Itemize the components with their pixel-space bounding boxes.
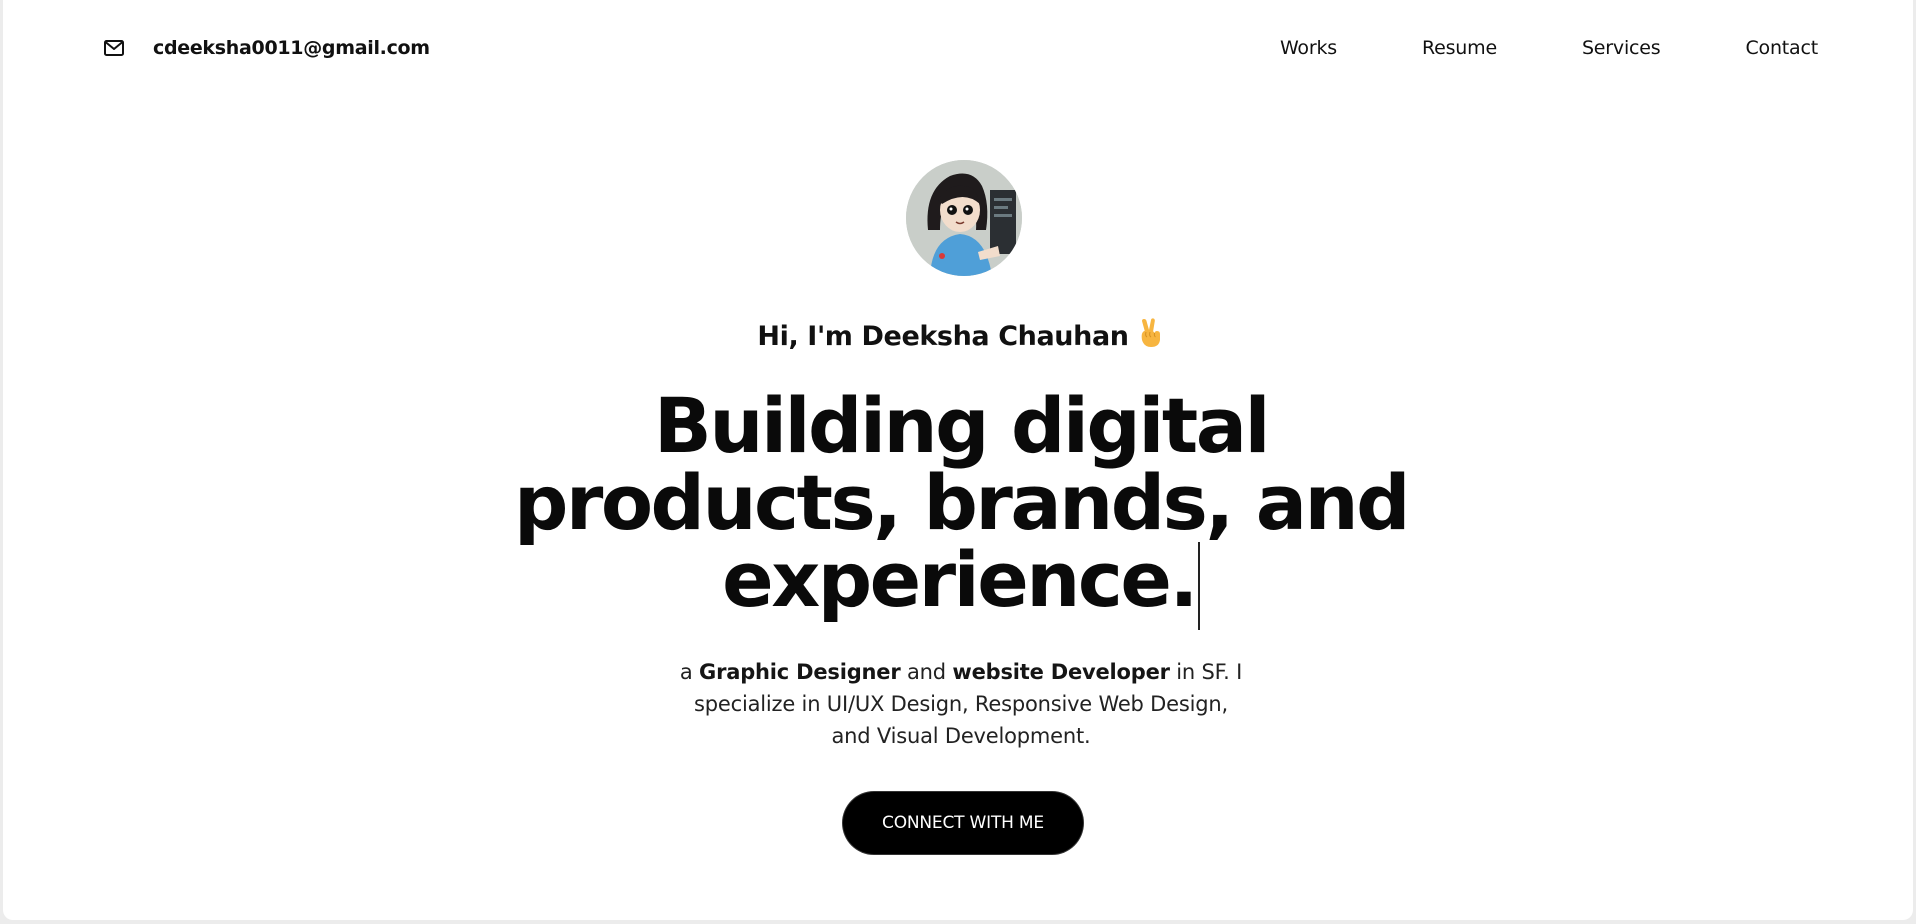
nav-resume[interactable]: Resume (1422, 37, 1497, 59)
headline-line-text: experience. (722, 535, 1198, 624)
nav-works[interactable]: Works (1280, 37, 1337, 59)
headline-line-last: experience. (3, 541, 1916, 630)
nav-services[interactable]: Services (1582, 37, 1661, 59)
main-nav: Works Resume Services Contact (1280, 36, 1818, 60)
victory-hand-icon (1137, 318, 1165, 355)
headline-line: Building digital (653, 381, 1271, 470)
email-address[interactable]: cdeeksha0011@gmail.com (153, 37, 430, 59)
bio-line2: specialize in UI/UX Design, Responsive W… (694, 692, 1228, 716)
bio-role-website-developer: website Developer (952, 660, 1170, 684)
bio-role-graphic-designer: Graphic Designer (699, 660, 901, 684)
bio-line3: and Visual Development. (831, 724, 1091, 748)
connect-button[interactable]: CONNECT WITH ME (843, 792, 1083, 854)
connect-button-label: CONNECT WITH ME (882, 813, 1044, 833)
greeting-text: Hi, I'm Deeksha Chauhan (757, 321, 1129, 352)
bio-line1-end: in SF. I (1169, 660, 1243, 684)
bio-prefix: a (679, 660, 700, 684)
page: cdeeksha0011@gmail.com Works Resume Serv… (3, 0, 1913, 920)
mail-icon (102, 36, 126, 60)
bio-connector: and (900, 660, 953, 684)
bio: a Graphic Designer and website Developer… (671, 656, 1251, 752)
headline-line: products, brands, and (513, 458, 1411, 547)
avatar (906, 160, 1022, 276)
email-link[interactable]: cdeeksha0011@gmail.com (102, 36, 430, 60)
headline: Building digital products, brands, and e… (3, 387, 1916, 630)
nav-contact[interactable]: Contact (1745, 37, 1818, 59)
header: cdeeksha0011@gmail.com Works Resume Serv… (3, 0, 1913, 95)
text-caret (1197, 542, 1200, 630)
greeting: Hi, I'm Deeksha Chauhan (3, 318, 1916, 355)
